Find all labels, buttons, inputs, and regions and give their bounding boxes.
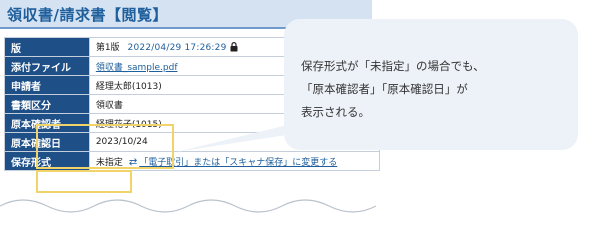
callout-line: 保存形式が「未指定」の場合でも、 (301, 59, 485, 73)
callout-pointer (176, 122, 372, 152)
callout-line: 「原本確認者」「原本確認日」が (301, 82, 468, 96)
callout-line: 表示される。 (301, 105, 370, 119)
callout-text: 保存形式が「未指定」の場合でも、 「原本確認者」「原本確認日」が 表示される。 (301, 55, 485, 124)
